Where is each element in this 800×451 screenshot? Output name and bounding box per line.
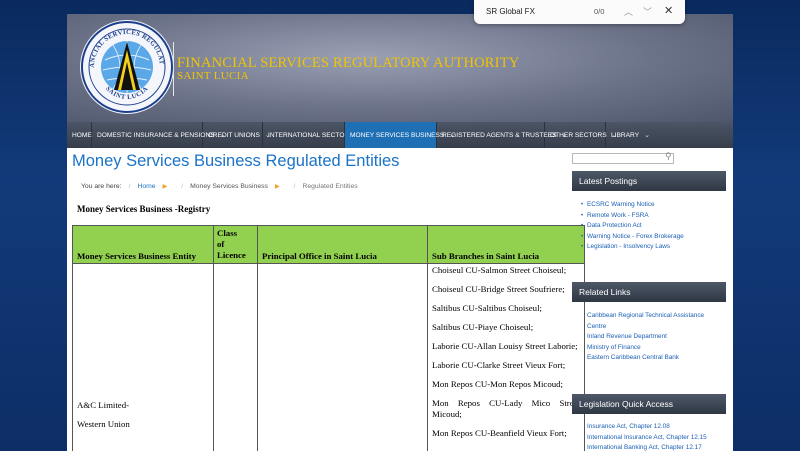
org-subtitle: SAINT LUCIA [177, 70, 249, 82]
search-input[interactable] [572, 153, 674, 164]
list-item[interactable]: Inland Revenue Department [587, 332, 722, 343]
breadcrumb-separator: / [181, 183, 184, 190]
branch-item: Choiseul CU-Bridge Street Soufriere; [432, 284, 565, 294]
find-match-count: 0/0 [594, 7, 605, 16]
search-icon[interactable]: ⚲ [665, 151, 672, 162]
nav-label: HOME [72, 131, 92, 139]
column-header-licence: Class of Licence [213, 225, 258, 264]
list-item[interactable]: Insurance Act, Chapter 12.08 [587, 422, 722, 433]
list-item[interactable]: Caribbean Regional Technical Assistance … [587, 311, 722, 332]
legislation-list: Insurance Act, Chapter 12.08 Internation… [587, 422, 722, 451]
nav-item-international-sector[interactable]: INTERNATIONAL SECTOR ⌄ [263, 122, 360, 148]
branch-item: Mon Repos CU-Lady Mico Street Micoud; [432, 398, 580, 419]
column-header-sub-branches: Sub Branches in Saint Lucia [427, 225, 585, 264]
triangle-right-icon: ▶ [162, 184, 168, 190]
branch-item: Mon Repos CU-Mon Repos Micoud; [432, 379, 563, 389]
main-nav: HOME DOMESTIC INSURANCE & PENSIONS ⌄ CRE… [67, 122, 733, 148]
nav-item-credit-unions[interactable]: CREDIT UNIONS ⌄ [203, 122, 271, 148]
nav-label: REGISTERED AGENTS & TRUSTEES [442, 131, 557, 139]
column-header-principal-office: Principal Office in Saint Lucia [257, 225, 428, 264]
latest-postings-header: Latest Postings [572, 171, 726, 191]
list-item[interactable]: Legislation - Insolvency Laws [581, 242, 722, 253]
nav-item-other-sectors[interactable]: OTHER SECTORS ⌄ [545, 122, 618, 148]
list-item[interactable]: Ministry of Finance [587, 343, 722, 354]
list-item[interactable]: Remote Work - FSRA [581, 211, 722, 222]
related-links-header: Related Links [572, 282, 726, 302]
nav-label: CREDIT UNIONS [208, 131, 260, 139]
branch-item: Choiseul CU-Salmon Street Choiseul; [432, 265, 567, 275]
entity-name: A&C Limited- [77, 400, 130, 410]
breadcrumb-separator: / [128, 183, 131, 190]
site-header: FINANCIAL SERVICES REGULATORY SAINT LUCI… [67, 14, 733, 122]
triangle-right-icon: ▶ [274, 184, 280, 190]
nav-label: MONEY SERVICES BUSINESS [350, 131, 445, 139]
latest-postings-list: ECSRC Warning Notice Remote Work - FSRA … [581, 200, 722, 253]
nav-item-registered-agents[interactable]: REGISTERED AGENTS & TRUSTEES ⌄ [437, 122, 567, 148]
entity-brand: Western Union [77, 419, 130, 429]
chevron-up-icon[interactable]: ︿ [624, 5, 633, 18]
header-divider [173, 42, 174, 96]
principal-office-cell [257, 263, 428, 451]
fsra-logo[interactable]: FINANCIAL SERVICES REGULATORY SAINT LUCI… [80, 20, 174, 114]
branch-item: Mon Repos CU-Beanfield Vieux Fort; [432, 428, 567, 438]
list-item[interactable]: International Banking Act, Chapter 12.17 [587, 443, 722, 451]
list-item[interactable]: International Insurance Act, Chapter 12.… [587, 433, 722, 444]
close-icon[interactable]: ✕ [664, 4, 673, 17]
breadcrumb-separator: / [293, 183, 296, 190]
licence-class-cell [213, 263, 258, 451]
related-links-list: Caribbean Regional Technical Assistance … [587, 311, 722, 364]
page-title: Money Services Business Regulated Entiti… [72, 152, 400, 170]
nav-label: INTERNATIONAL SECTOR [268, 131, 350, 139]
registry-table: Money Services Business Entity Class of … [72, 225, 585, 451]
nav-label: OTHER SECTORS [550, 131, 607, 139]
chevron-down-icon[interactable]: ﹀ [643, 5, 652, 18]
registry-heading: Money Services Business -Registry [77, 204, 211, 214]
breadcrumb-current: Regulated Entities [302, 183, 358, 190]
nav-item-domestic-insurance[interactable]: DOMESTIC INSURANCE & PENSIONS ⌄ [92, 122, 225, 148]
chevron-down-icon: ⌄ [644, 132, 650, 139]
branch-item: Saltibus CU-Saltibus Choiseul; [432, 303, 542, 313]
branch-item: Laborie CU-Allan Louisy Street Laborie; [432, 341, 578, 351]
column-header-entity: Money Services Business Entity [72, 225, 214, 264]
find-in-page-bar: SR Global FX 0/0 ︿ ﹀ ✕ [474, 0, 685, 24]
list-item[interactable]: ECSRC Warning Notice [581, 200, 722, 211]
licence-header-line: Licence [217, 250, 246, 260]
nav-item-money-services[interactable]: MONEY SERVICES BUSINESS ⌄ [345, 122, 455, 148]
list-item[interactable]: Eastern Caribbean Central Bank [587, 353, 722, 364]
breadcrumb-section[interactable]: Money Services Business [190, 183, 268, 190]
nav-item-home[interactable]: HOME [67, 122, 92, 148]
licence-header-line: of [217, 239, 225, 249]
branch-item: Saltibus CU-Piaye Choiseul; [432, 322, 534, 332]
table-row: A&C Limited- Western Union Choiseul CU-S… [72, 263, 585, 451]
nav-label: LIBRARY [611, 131, 640, 139]
legislation-header: Legislation Quick Access [572, 394, 726, 414]
table-header-row: Money Services Business Entity Class of … [72, 225, 585, 264]
breadcrumb-prefix: You are here: [81, 183, 122, 190]
list-item[interactable]: Data Protection Act [581, 221, 722, 232]
find-query-input[interactable]: SR Global FX [486, 7, 535, 16]
sub-branches-cell: Choiseul CU-Salmon Street Choiseul; Choi… [427, 263, 585, 451]
entity-cell: A&C Limited- Western Union [72, 263, 214, 451]
licence-header-line: Class [217, 228, 238, 238]
branch-item: Laborie CU-Clarke Street Vieux Fort; [432, 360, 566, 370]
breadcrumb-home-link[interactable]: Home [137, 183, 155, 190]
nav-item-library[interactable]: LIBRARY ⌄ [606, 122, 650, 148]
nav-label: DOMESTIC INSURANCE & PENSIONS [97, 131, 215, 139]
breadcrumb: You are here: / Home ▶ / Money Services … [81, 183, 358, 190]
site-container: FINANCIAL SERVICES REGULATORY SAINT LUCI… [67, 14, 733, 451]
list-item[interactable]: Warning Notice - Forex Brokerage [581, 232, 722, 243]
logo-emblem-icon: FINANCIAL SERVICES REGULATORY SAINT LUCI… [80, 20, 173, 113]
